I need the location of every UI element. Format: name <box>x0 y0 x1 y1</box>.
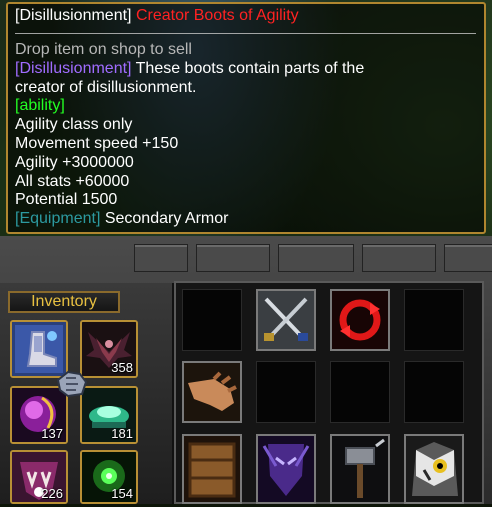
stat-line: Movement speed +150 <box>15 134 179 152</box>
inventory-slot-5[interactable]: 226 <box>10 450 68 504</box>
sell-hint: Drop item on shop to sell <box>15 41 192 58</box>
inventory-header: Inventory <box>8 291 120 313</box>
equipment-line: [Equipment] Secondary Armor <box>15 210 476 229</box>
title-prefix: [Disillusionment] <box>15 7 132 24</box>
red-cycle-icon <box>332 291 388 349</box>
equipment-value: Secondary Armor <box>100 210 229 228</box>
shop-slot-empty[interactable] <box>404 289 464 351</box>
shop-slot[interactable] <box>404 434 464 504</box>
stone-merlon <box>362 244 436 272</box>
item-count: 226 <box>41 486 63 501</box>
item-count: 181 <box>111 426 133 441</box>
shop-slot[interactable] <box>330 289 390 351</box>
shop-slot-empty[interactable] <box>330 361 390 423</box>
description-tag: [Disillusionment] <box>15 59 132 77</box>
item-tooltip: [Disillusionment] Creator Boots of Agili… <box>6 2 486 234</box>
stat-line: Agility +3000000 <box>15 153 134 171</box>
reaching-hand-icon <box>184 363 240 421</box>
stat-line: Potential 1500 <box>15 191 118 209</box>
gauntlet-cursor-icon <box>56 370 88 398</box>
wooden-crate-icon <box>184 436 240 502</box>
description-line-2: creator of disillusionment. <box>15 78 197 96</box>
shop-slot[interactable] <box>330 434 390 504</box>
item-count: 154 <box>111 486 133 501</box>
owl-icon <box>406 436 462 502</box>
shop-slot[interactable] <box>182 434 242 504</box>
stone-merlon <box>444 244 492 272</box>
hammer-icon <box>332 436 388 502</box>
item-count: 137 <box>41 426 63 441</box>
equipment-tag: [Equipment] <box>15 210 101 228</box>
item-name: Creator Boots of Agility <box>135 7 299 24</box>
description-line-1: [Disillusionment] These boots contain pa… <box>15 60 476 79</box>
description-text-1: These boots contain parts of the <box>131 59 365 77</box>
crossed-swords-icon <box>258 291 314 349</box>
tooltip-divider <box>15 33 476 34</box>
ability-tag: [ability] <box>15 97 65 115</box>
shop-slot-empty[interactable] <box>256 361 316 423</box>
stone-merlon <box>278 244 354 272</box>
stat-line: Agility class only <box>15 116 133 134</box>
item-count: 358 <box>111 360 133 375</box>
shop-slot-empty[interactable] <box>404 361 464 423</box>
shop-slot[interactable] <box>256 434 316 504</box>
shop-slot-empty[interactable] <box>182 289 242 351</box>
shop-slot[interactable] <box>256 289 316 351</box>
tooltip-title: [Disillusionment] Creator Boots of Agili… <box>15 6 476 26</box>
stat-line: All stats +60000 <box>15 172 130 190</box>
stone-merlon <box>196 244 270 272</box>
inventory-slot-6[interactable]: 154 <box>80 450 138 504</box>
stone-merlon <box>134 244 188 272</box>
shop-slot[interactable] <box>182 361 242 423</box>
dark-elf-icon <box>258 436 314 502</box>
